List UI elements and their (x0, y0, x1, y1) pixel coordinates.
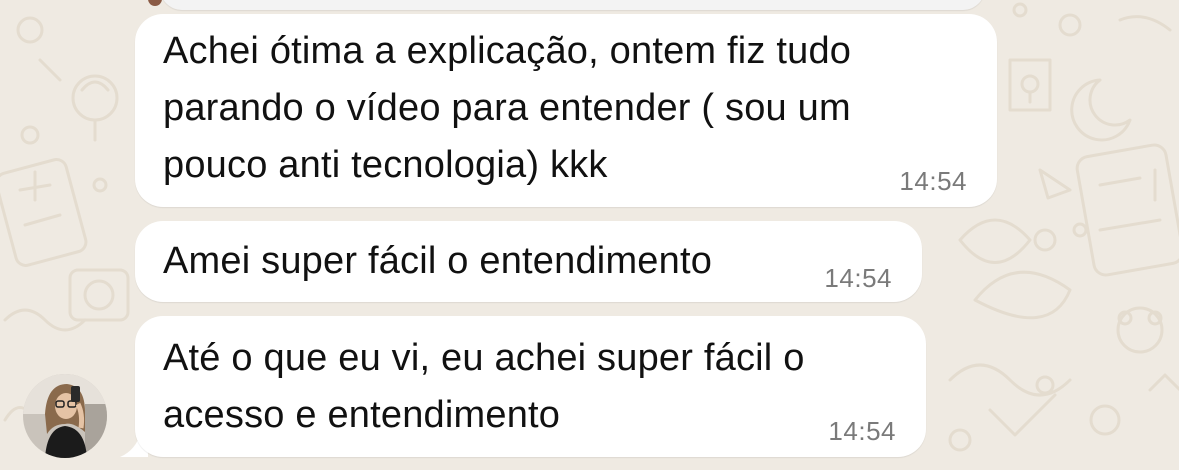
message-bubble[interactable]: Achei ótima a explicação, ontem fiz tudo… (135, 14, 997, 207)
message-timestamp: 14:54 (899, 166, 967, 196)
previous-message-bubble (160, 0, 985, 10)
sender-avatar[interactable] (23, 374, 107, 458)
message-bubble[interactable]: Amei super fácil o entendimento 14:54 (135, 221, 922, 302)
message-text: Até o que eu vi, eu achei super fácil o … (163, 337, 805, 436)
message-text: Amei super fácil o entendimento (163, 240, 713, 282)
avatar-photo-icon (23, 374, 107, 458)
message-timestamp: 14:54 (824, 263, 892, 293)
message-timestamp: 14:54 (828, 416, 896, 446)
message-text: Achei ótima a explicação, ontem fiz tudo… (163, 30, 852, 186)
message-bubble[interactable]: Até o que eu vi, eu achei super fácil o … (135, 316, 926, 457)
